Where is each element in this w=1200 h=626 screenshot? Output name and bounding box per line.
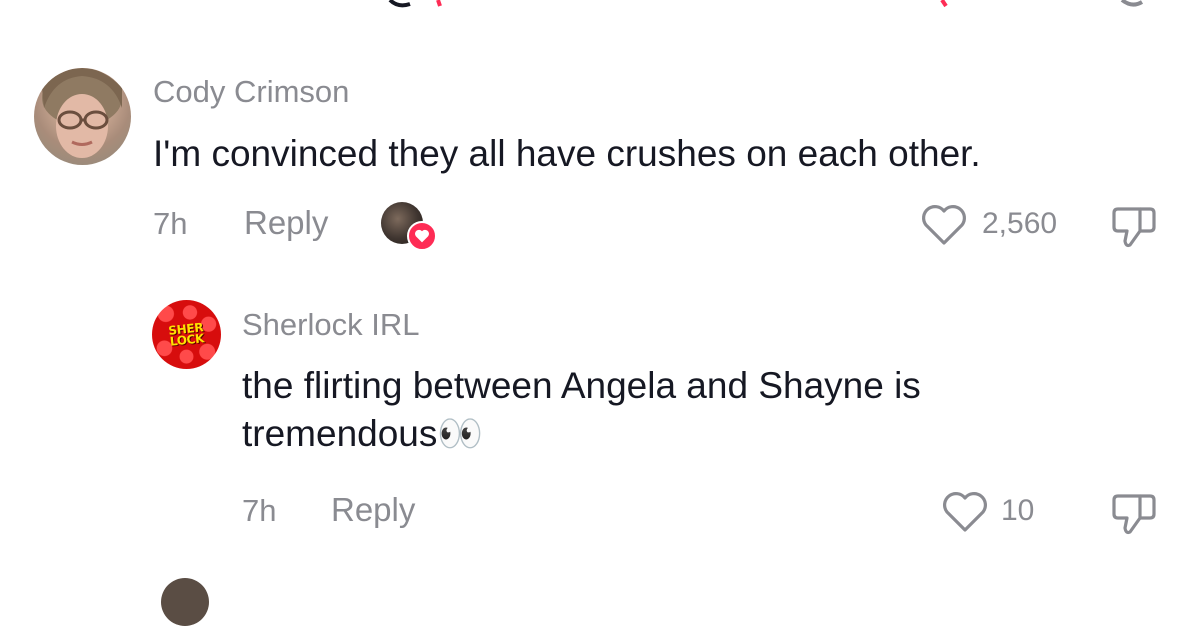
heart-outline-icon xyxy=(943,492,987,532)
reply-reply-button[interactable]: Reply xyxy=(331,493,415,526)
reply-like-button[interactable] xyxy=(941,490,989,534)
comment-timestamp: 7h xyxy=(153,206,188,241)
reply-dislike-button[interactable] xyxy=(1108,490,1160,538)
creator-liked-heart-icon xyxy=(407,221,437,251)
commenter-avatar[interactable] xyxy=(34,68,131,165)
thumbs-down-icon xyxy=(1112,494,1156,535)
reply-button[interactable]: Reply xyxy=(244,206,328,239)
comment-author-name[interactable]: Cody Crimson xyxy=(153,76,349,107)
sherlock-logo: SHER LOCK xyxy=(167,319,205,349)
thumbs-down-icon xyxy=(1112,207,1156,248)
avatar-photo xyxy=(42,68,122,158)
heart-outline-icon xyxy=(922,205,966,245)
like-count: 2,560 xyxy=(982,207,1058,240)
reply-timestamp: 7h xyxy=(242,493,277,528)
reply-text: the flirting between Angela and Shayne i… xyxy=(242,365,921,454)
reply-like-count: 10 xyxy=(1001,494,1035,527)
like-button[interactable] xyxy=(920,203,968,247)
comment-text: I'm convinced they all have crushes on e… xyxy=(153,133,981,174)
dislike-button[interactable] xyxy=(1108,203,1160,251)
reply-author-name[interactable]: Sherlock IRL xyxy=(242,309,419,340)
previous-item-fragment xyxy=(388,0,1144,8)
reply-author-avatar[interactable]: SHER LOCK xyxy=(152,300,221,369)
next-reply-avatar[interactable] xyxy=(161,578,209,626)
